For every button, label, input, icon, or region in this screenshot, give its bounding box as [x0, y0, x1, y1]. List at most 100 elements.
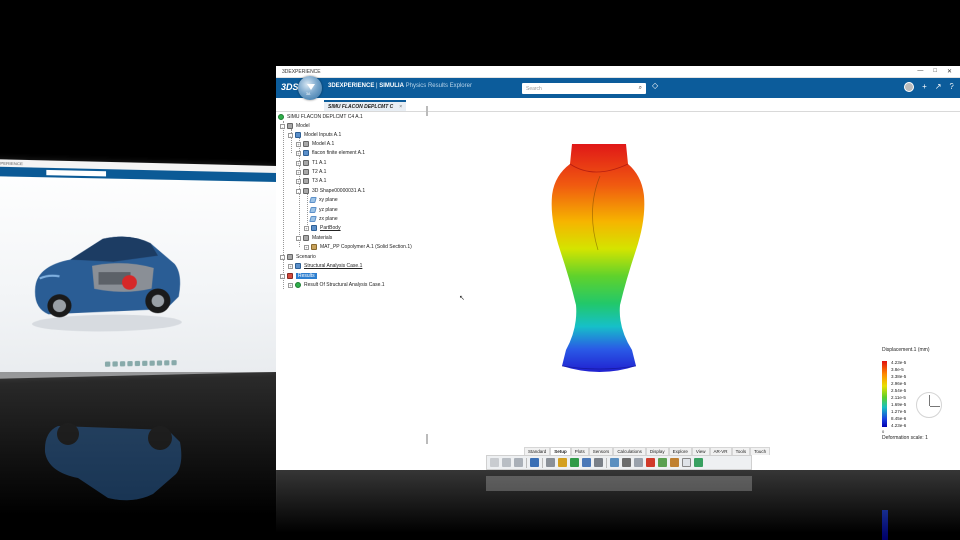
part-icon — [303, 169, 309, 175]
search-placeholder: Search — [526, 85, 542, 92]
tree-item-yz-plane[interactable]: yz plane — [309, 206, 338, 214]
run-icon[interactable] — [694, 458, 703, 467]
tree-item-zx-plane[interactable]: zx plane — [309, 215, 338, 223]
avatar[interactable] — [904, 82, 915, 92]
collapse-icon[interactable]: - — [296, 188, 301, 194]
material-tool-icon[interactable] — [558, 458, 567, 467]
part-icon — [303, 178, 309, 184]
tree-item-t2[interactable]: + T2 A.1 — [296, 168, 326, 176]
collapse-icon[interactable]: - — [280, 254, 285, 260]
expand-icon[interactable]: + — [296, 160, 301, 166]
tree-item-model[interactable]: - Model — [280, 122, 310, 130]
action-bar-tabs: Standard Setup Plots Sensors Calculation… — [524, 447, 771, 455]
expand-icon[interactable]: + — [296, 141, 301, 147]
tree-item-xy-plane[interactable]: xy plane — [309, 196, 338, 204]
tab-sensors[interactable]: Sensors — [588, 447, 614, 455]
tab-tools[interactable]: Tools — [731, 447, 751, 455]
panel-splitter-bottom[interactable] — [426, 434, 428, 444]
expand-icon[interactable]: + — [288, 282, 293, 288]
app-title: 3DEXPERIENCE | SIMULIA Physics Results E… — [328, 83, 472, 89]
legend-value: 3.8e-5 — [891, 367, 904, 372]
expand-icon[interactable]: + — [304, 225, 309, 231]
add-icon[interactable]: + — [922, 82, 927, 92]
search-icon[interactable]: ⌕ — [639, 85, 642, 92]
tag-icon[interactable]: ◇ — [652, 81, 658, 90]
undo-icon[interactable] — [530, 458, 539, 467]
tab-simu-flacon[interactable]: SIMU FLACON DEPLCMT C × — [324, 100, 407, 111]
maximize-button[interactable]: □ — [933, 68, 937, 75]
tree-item-model-inputs[interactable]: - Model Inputs A.1 — [288, 131, 341, 139]
tree-item-materials[interactable]: - Materials — [296, 234, 332, 242]
plane-icon — [309, 207, 317, 213]
tree-item-model-a1[interactable]: + Model A.1 — [296, 140, 334, 148]
legend-value: 8.45e-6 — [891, 416, 907, 421]
expand-icon[interactable]: ⤢ — [948, 82, 956, 90]
panel-splitter-top[interactable] — [426, 106, 428, 116]
tree-item-flacon-element[interactable]: + flacon finite element A.1 — [296, 149, 365, 157]
tab-touch[interactable]: Touch — [750, 447, 771, 455]
shape-icon — [303, 188, 309, 194]
tab-display[interactable]: Display — [645, 447, 669, 455]
legend-value: 3.38e-5 — [891, 374, 907, 379]
connection-icon[interactable] — [634, 458, 643, 467]
tree-item-results[interactable]: - Results — [280, 272, 317, 280]
collapse-icon[interactable]: - — [288, 132, 293, 138]
tree-item-result[interactable]: + Result Of Structural Analysis Case.1 — [288, 281, 385, 289]
report-icon[interactable] — [670, 458, 679, 467]
compass-icon[interactable]: 3A — [298, 76, 322, 100]
tree-item-3d-shape[interactable]: - 3D Shape00000031 A.1 — [296, 187, 365, 195]
legend-value: 1.69e-5 — [891, 402, 907, 407]
expand-icon[interactable]: + — [288, 263, 293, 269]
sensor-icon[interactable] — [646, 458, 655, 467]
tree-item-root[interactable]: SIMU FLACON DEPLCMT C4 A.1 — [278, 113, 363, 121]
tab-plots[interactable]: Plots — [570, 447, 589, 455]
tree-item-partbody[interactable]: + PartBody — [304, 224, 341, 232]
model-a1-icon — [303, 141, 309, 147]
collapse-icon[interactable]: - — [280, 123, 285, 129]
mesh-icon[interactable] — [546, 458, 555, 467]
expand-icon[interactable]: + — [304, 244, 309, 250]
material-icon — [311, 244, 317, 250]
mouse-cursor-icon: ↖ — [459, 295, 465, 302]
compass-triad-icon[interactable] — [916, 392, 942, 418]
tree-item-t3[interactable]: + T3 A.1 — [296, 177, 326, 185]
copy-icon[interactable] — [502, 458, 511, 467]
expand-icon[interactable]: + — [296, 169, 301, 175]
tree-item-t1[interactable]: + T1 A.1 — [296, 159, 326, 167]
close-window-button[interactable]: ✕ — [947, 68, 952, 75]
vase-contour-plot[interactable] — [534, 140, 664, 380]
tree-item-material[interactable]: + MAT_PP Copolymer A.1 (Solid Section.1) — [304, 243, 412, 251]
tree-item-scenario[interactable]: - Scenario — [280, 253, 316, 261]
restraint-icon[interactable] — [594, 458, 603, 467]
tab-calculations[interactable]: Calculations — [613, 447, 646, 455]
paste-icon[interactable] — [514, 458, 523, 467]
expand-icon[interactable]: + — [296, 150, 301, 156]
expand-icon[interactable]: + — [296, 178, 301, 184]
minimize-button[interactable]: — — [917, 68, 923, 75]
action-bar — [486, 455, 752, 470]
tab-ar-vr[interactable]: AR-VR — [709, 447, 732, 455]
window-titlebar: 3DEXPERIENCE — □ ✕ — [276, 66, 960, 78]
deformation-scale: Deformation scale: 1 — [882, 435, 928, 441]
load-icon[interactable] — [610, 458, 619, 467]
document-icon[interactable] — [682, 458, 691, 467]
search-input[interactable]: Search ⌕ — [522, 83, 646, 94]
share-icon[interactable]: ↗ — [935, 82, 942, 92]
tab-close-icon[interactable]: × — [399, 104, 402, 110]
displacement-icon[interactable] — [622, 458, 631, 467]
contour-legend[interactable]: Displacement.1 (mm) 4.23e-5 3.8e-5 3.38e… — [882, 347, 958, 441]
section-icon[interactable] — [570, 458, 579, 467]
tab-setup[interactable]: Setup — [550, 447, 571, 455]
part-icon — [303, 160, 309, 166]
simulate-icon[interactable] — [658, 458, 667, 467]
collapse-icon[interactable]: - — [280, 273, 285, 279]
tab-explore[interactable]: Explore — [668, 447, 692, 455]
collapse-icon[interactable]: - — [296, 235, 301, 241]
step-icon[interactable] — [582, 458, 591, 467]
tree-item-structural-case[interactable]: + Structural Analysis Case.1 — [288, 262, 362, 270]
legend-title: Displacement.1 (mm) — [882, 347, 930, 353]
tab-view[interactable]: View — [691, 447, 710, 455]
cut-icon[interactable] — [490, 458, 499, 467]
app-header-bar: 3DS 3A 3DEXPERIENCE | SIMULIA Physics Re… — [276, 76, 960, 100]
tab-standard[interactable]: Standard — [524, 447, 551, 455]
